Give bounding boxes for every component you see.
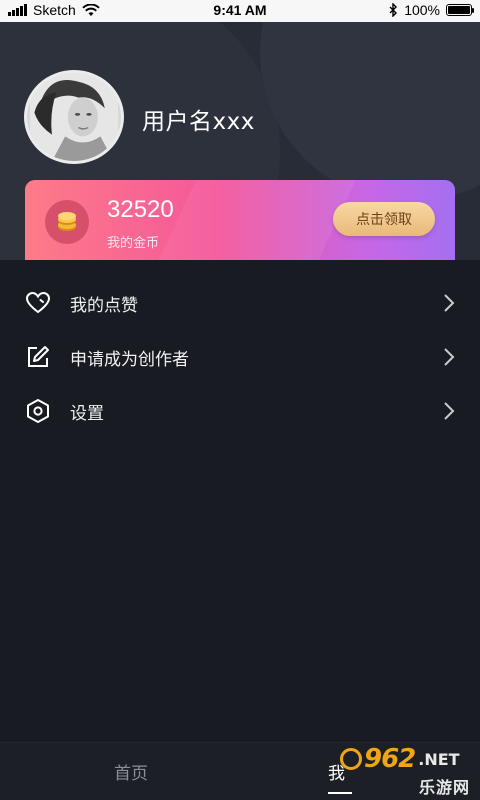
battery-percent: 100% <box>404 2 440 18</box>
menu-item-label: 设置 <box>70 403 104 424</box>
bluetooth-icon <box>389 3 398 17</box>
menu-item-settings[interactable]: 设置 <box>0 384 480 438</box>
header-decoration <box>260 22 480 202</box>
coin-card: 32520 我的金币 点击领取 <box>25 180 455 260</box>
edit-icon <box>24 343 52 371</box>
avatar-image <box>30 73 118 161</box>
watermark-ring-icon <box>340 748 362 770</box>
battery-fill <box>448 6 470 14</box>
menu-item-label: 申请成为创作者 <box>70 349 189 370</box>
watermark-domain: .NET <box>418 749 460 769</box>
bottom-tab-bar: 首页 我 962 .NET 乐游网 <box>0 742 480 800</box>
tab-home[interactable]: 首页 <box>114 759 148 784</box>
chevron-right-icon <box>444 348 455 366</box>
menu-item-label: 我的点赞 <box>70 295 138 316</box>
menu-list: 我的点赞 申请成为创作者 设置 <box>0 260 480 438</box>
status-right: 100% <box>389 2 474 18</box>
coin-stack-icon <box>45 200 89 244</box>
watermark-brand: 962 .NET <box>340 744 474 774</box>
coin-balance: 32520 <box>107 196 174 223</box>
watermark-number: 962 <box>364 744 416 774</box>
battery-icon <box>446 4 474 16</box>
username: 用户名xxx <box>142 109 255 135</box>
chevron-right-icon <box>444 402 455 420</box>
menu-item-likes[interactable]: 我的点赞 <box>0 276 480 330</box>
profile-header: 用户名xxx 32520 我的金币 点击领取 <box>0 22 480 260</box>
watermark-subtitle: 乐游网 <box>418 778 470 797</box>
chevron-right-icon <box>444 294 455 312</box>
heart-icon <box>24 289 52 317</box>
status-bar: Sketch 9:41 AM 100% <box>0 0 480 22</box>
coin-label: 我的金币 <box>107 236 160 251</box>
watermark-logo: 962 .NET 乐游网 <box>340 744 474 797</box>
claim-coins-button[interactable]: 点击领取 <box>333 202 435 236</box>
settings-hexagon-icon <box>24 397 52 425</box>
avatar[interactable] <box>24 70 124 164</box>
card-shine <box>154 180 356 260</box>
menu-item-apply-creator[interactable]: 申请成为创作者 <box>0 330 480 384</box>
